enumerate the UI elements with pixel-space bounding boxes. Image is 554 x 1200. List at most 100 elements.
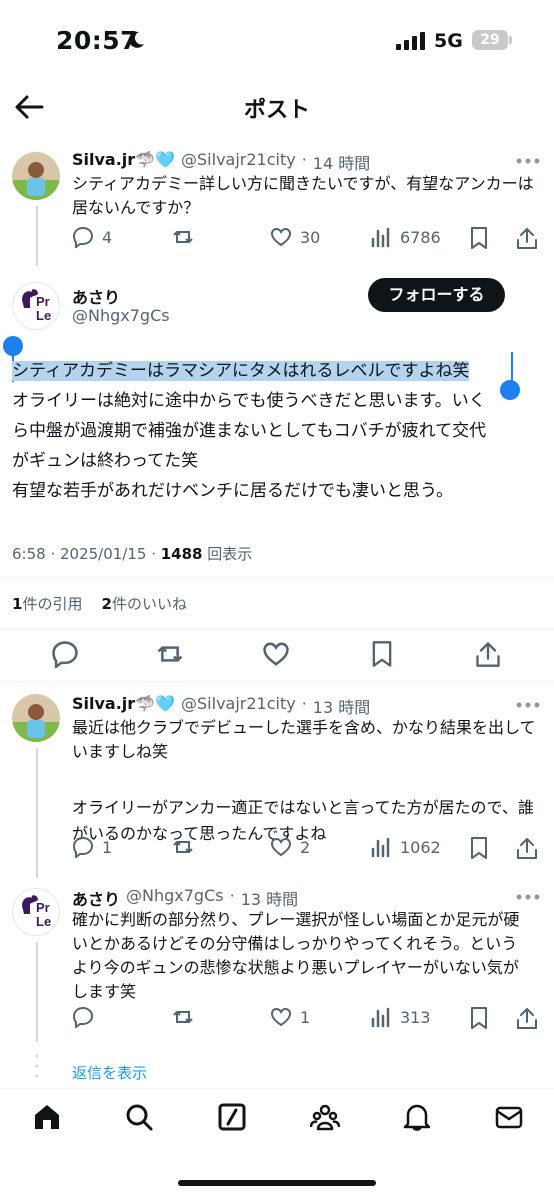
avatar[interactable]: [12, 694, 60, 742]
text-line: ら中盤が過渡期で補強が進まないとしてもコバチが疲れて交代: [12, 421, 487, 441]
share-icon[interactable]: [516, 1006, 538, 1030]
grok-icon[interactable]: [217, 1102, 247, 1132]
display-name[interactable]: Silva.jr🦈🩵: [72, 694, 175, 718]
search-icon[interactable]: [124, 1102, 154, 1132]
premier-league-logo: Pr Le: [22, 289, 51, 323]
like-count: 30: [300, 227, 321, 247]
reply-button[interactable]: 1: [72, 836, 112, 858]
avatar[interactable]: Pr Le: [12, 888, 60, 936]
notifications-bell-icon[interactable]: [402, 1102, 432, 1132]
likes-count: 2: [101, 595, 112, 613]
heart-icon: [270, 1007, 292, 1027]
quotes-link[interactable]: 1件の引用: [12, 595, 82, 613]
like-button[interactable]: 2: [270, 836, 310, 858]
share-icon[interactable]: [516, 226, 538, 250]
messages-mail-icon[interactable]: [494, 1102, 524, 1132]
view-count: 6786: [400, 227, 441, 247]
divider: [0, 577, 554, 578]
display-name[interactable]: Silva.jr🦈🩵: [72, 150, 175, 174]
user-handle[interactable]: @Silvajr21city: [181, 150, 296, 174]
avatar-photo: [12, 694, 60, 742]
post-timestamp: 6:58 · 2025/01/15 ·: [12, 545, 161, 563]
like-button[interactable]: 1: [270, 1006, 310, 1028]
avatar[interactable]: [12, 152, 60, 200]
repost-icon: [173, 1011, 193, 1023]
post-header: あさり @Nhgx7gCs · 13 時間: [72, 886, 298, 910]
analytics-icon: [371, 227, 390, 248]
bookmark-icon[interactable]: [468, 1006, 490, 1030]
more-icon[interactable]: [516, 158, 540, 164]
signal-icon: [396, 32, 425, 50]
svg-text:Le: Le: [36, 914, 51, 929]
like-count: 2: [300, 837, 311, 857]
user-handle[interactable]: @Nhgx7gCs: [126, 886, 224, 910]
reply-button[interactable]: [72, 1006, 102, 1028]
battery-tip: [509, 36, 512, 44]
repost-icon[interactable]: [156, 640, 184, 668]
repost-button[interactable]: [172, 836, 202, 858]
share-icon[interactable]: [516, 836, 538, 860]
selected-text[interactable]: シティアカデミーはラマシアにタメはれるレベルですよね笑: [12, 361, 470, 381]
avatar[interactable]: Pr Le: [12, 282, 60, 330]
view-count: 1062: [400, 837, 441, 857]
reply-icon: [72, 836, 94, 858]
repost-button[interactable]: [172, 226, 202, 248]
post-text: 最近は他クラブでデビューした選手を含め、かなり結果を出して いますしね笑 オライ…: [72, 716, 536, 846]
svg-text:Pr: Pr: [36, 900, 50, 915]
views-button[interactable]: 313: [370, 1006, 431, 1028]
page-title: ポスト: [243, 98, 310, 123]
repost-icon: [173, 841, 193, 853]
post-meta: 6:58 · 2025/01/15 · 1488 回表示: [12, 543, 252, 564]
premier-league-logo: Pr Le: [22, 895, 51, 929]
home-icon[interactable]: [32, 1102, 62, 1132]
thread-dots: [35, 1054, 39, 1078]
bookmark-icon[interactable]: [468, 226, 490, 250]
bookmark-icon[interactable]: [368, 640, 396, 668]
post-time[interactable]: 14 時間: [313, 150, 370, 174]
bookmark-icon[interactable]: [468, 836, 490, 860]
thread-line: [36, 748, 38, 878]
text-line: 最近は他クラブでデビューした選手を含め、かなり結果を出して: [72, 718, 536, 737]
text-line: [72, 764, 536, 796]
post-text: シティアカデミーはラマシアにタメはれるレベルですよね笑 オライリーは絶対に途中か…: [12, 356, 546, 506]
user-handle[interactable]: @Silvajr21city: [181, 694, 296, 718]
likes-link[interactable]: 2件のいいね: [102, 595, 187, 613]
heart-icon[interactable]: [262, 640, 290, 668]
follow-button[interactable]: フォローする: [368, 278, 505, 312]
reply-button[interactable]: 4: [72, 226, 112, 248]
heart-icon: [270, 227, 292, 247]
repost-button[interactable]: [172, 1006, 202, 1028]
display-name[interactable]: あさり: [72, 886, 120, 910]
divider: [0, 681, 554, 682]
separator: ·: [301, 694, 307, 713]
text-line: いとかあるけどその分守備はしっかりやってくれそう。という: [72, 934, 518, 953]
svg-text:Pr: Pr: [36, 294, 50, 309]
quotes-count: 1: [12, 595, 23, 613]
post-header: Silva.jr🦈🩵 @Silvajr21city · 14 時間: [72, 150, 370, 174]
post-time[interactable]: 13 時間: [313, 694, 370, 718]
thread-line: [36, 942, 38, 1042]
views-button[interactable]: 6786: [370, 226, 441, 248]
like-button[interactable]: 30: [270, 226, 320, 248]
back-arrow-icon[interactable]: [14, 94, 44, 120]
home-indicator: [178, 1180, 376, 1186]
text-line: より今のギュンの悲惨な状態より悪いプレイヤーがいない気が: [72, 958, 519, 977]
post-time[interactable]: 13 時間: [241, 886, 298, 910]
share-icon[interactable]: [474, 640, 502, 668]
analytics-icon: [371, 837, 390, 858]
post-stats: 1件の引用 2件のいいね: [12, 593, 187, 614]
battery-indicator: 29: [472, 30, 508, 50]
display-name[interactable]: あさり: [72, 284, 120, 308]
user-handle[interactable]: @Nhgx7gCs: [72, 306, 170, 325]
show-replies-link[interactable]: 返信を表示: [72, 1062, 147, 1083]
reply-icon[interactable]: [51, 640, 79, 668]
more-icon[interactable]: [516, 702, 540, 708]
text-line: がギュンは終わってた笑: [12, 451, 199, 471]
text-line: オライリーがアンカー適正ではないと言ってた方が居たので、誰: [72, 798, 534, 817]
svg-text:Le: Le: [36, 308, 51, 323]
divider: [0, 629, 554, 630]
views-button[interactable]: 1062: [370, 836, 441, 858]
text-line: 有望な若手があれだけベンチに居るだけでも凄いと思う。: [12, 481, 453, 501]
more-icon[interactable]: [516, 894, 540, 900]
communities-icon[interactable]: [310, 1102, 340, 1132]
